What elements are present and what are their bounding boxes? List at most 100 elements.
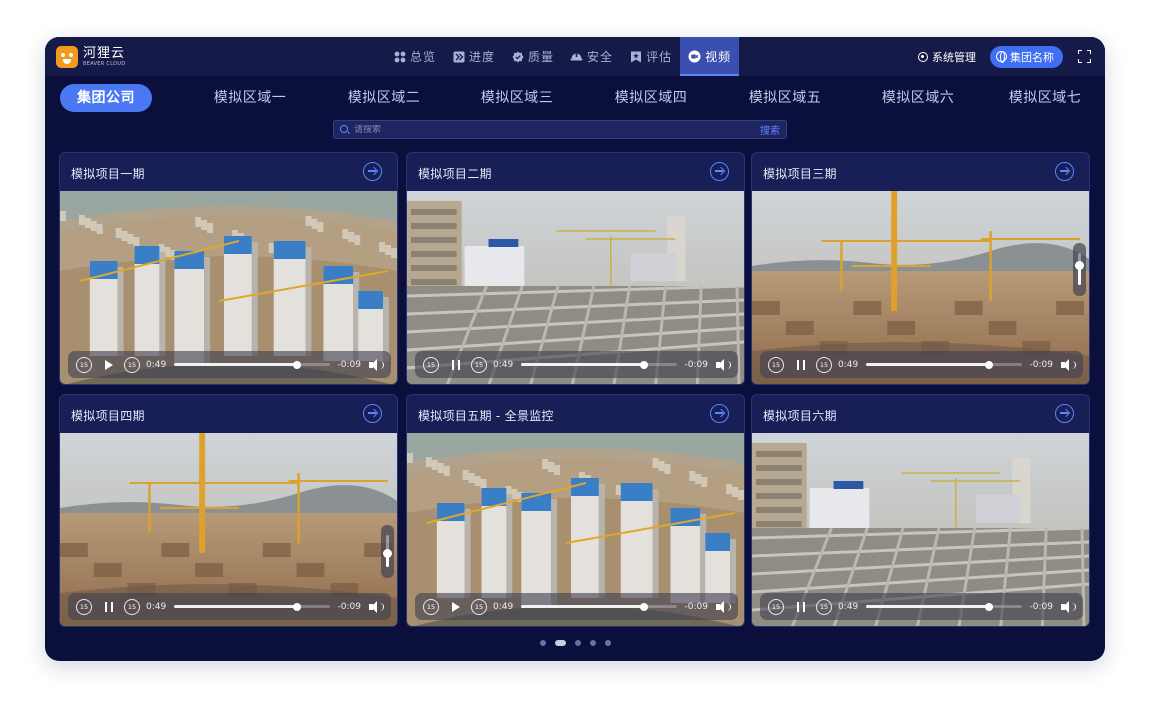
forward-15-icon[interactable]: 15 bbox=[124, 598, 140, 615]
region-tab-4[interactable]: 模拟区域四 bbox=[606, 84, 696, 112]
nav-item-evaluation[interactable]: 评估 bbox=[621, 37, 680, 76]
video-card-title: 模拟项目二期 bbox=[418, 167, 492, 181]
pause-icon[interactable] bbox=[797, 359, 805, 370]
arrow-right-circle-icon[interactable] bbox=[363, 162, 382, 181]
video-player[interactable]: 15 15 0:49 -0:09 bbox=[407, 433, 744, 626]
search-input[interactable] bbox=[354, 124, 760, 135]
seek-handle[interactable] bbox=[639, 360, 648, 369]
play-icon[interactable] bbox=[452, 601, 460, 612]
page-dot[interactable] bbox=[604, 640, 611, 646]
seek-handle[interactable] bbox=[292, 602, 301, 611]
video-controls: 15 15 0:49 -0:09 bbox=[760, 351, 1083, 378]
region-tab-3[interactable]: 模拟区域三 bbox=[472, 84, 562, 112]
region-tab-group-company[interactable]: 集团公司 bbox=[60, 84, 152, 112]
seek-handle[interactable] bbox=[292, 360, 301, 369]
system-management-link[interactable]: 系统管理 bbox=[918, 49, 976, 65]
volume-icon[interactable] bbox=[369, 600, 384, 613]
volume-icon[interactable] bbox=[1061, 600, 1076, 613]
brand[interactable]: 河狸云 BEAVER CLOUD bbox=[56, 44, 125, 69]
video-player[interactable]: 15 15 0:49 -0:09 bbox=[60, 433, 397, 626]
arrow-right-circle-icon[interactable] bbox=[1055, 404, 1074, 423]
arrow-right-circle-icon[interactable] bbox=[710, 404, 729, 423]
region-tab-1[interactable]: 模拟区域一 bbox=[205, 84, 295, 112]
video-player[interactable]: 15 15 0:49 -0:09 bbox=[752, 191, 1089, 384]
region-tab-5[interactable]: 模拟区域五 bbox=[740, 84, 830, 112]
volume-slider[interactable] bbox=[1073, 243, 1086, 296]
pause-icon[interactable] bbox=[797, 601, 805, 612]
nav-item-overview[interactable]: 总览 bbox=[385, 37, 444, 76]
video-card[interactable]: 模拟项目三期 15 15 0:49 -0:09 bbox=[751, 152, 1090, 385]
forward-15-icon[interactable]: 15 bbox=[471, 598, 487, 615]
video-card[interactable]: 模拟项目一期 15 15 0:49 -0:09 bbox=[59, 152, 398, 385]
volume-icon[interactable] bbox=[1061, 358, 1076, 371]
forward-15-icon[interactable]: 15 bbox=[816, 356, 832, 373]
pause-icon[interactable] bbox=[452, 359, 460, 370]
volume-handle[interactable] bbox=[383, 549, 392, 558]
arrow-right-circle-icon[interactable] bbox=[710, 162, 729, 181]
remaining-time: -0:09 bbox=[684, 359, 708, 370]
seek-handle[interactable] bbox=[639, 602, 648, 611]
nav-label: 质量 bbox=[528, 50, 555, 64]
video-card[interactable]: 模拟项目四期 15 15 0:49 -0:09 bbox=[59, 394, 398, 627]
seek-slider[interactable] bbox=[521, 360, 677, 369]
video-card[interactable]: 模拟项目六期 15 15 0:49 -0:09 bbox=[751, 394, 1090, 627]
forward-15-icon[interactable]: 15 bbox=[124, 356, 140, 373]
nav-label: 安全 bbox=[587, 50, 614, 64]
play-icon[interactable] bbox=[105, 359, 113, 370]
seek-slider[interactable] bbox=[521, 602, 677, 611]
video-card-header: 模拟项目二期 bbox=[407, 153, 744, 191]
seek-slider[interactable] bbox=[174, 602, 330, 611]
video-player[interactable]: 15 15 0:49 -0:09 bbox=[60, 191, 397, 384]
video-card[interactable]: 模拟项目二期 15 15 0:49 -0:09 bbox=[406, 152, 745, 385]
seek-slider[interactable] bbox=[866, 360, 1022, 369]
region-tab-7[interactable]: 模拟区域七 bbox=[1000, 84, 1090, 112]
volume-icon[interactable] bbox=[716, 358, 731, 371]
rewind-15-icon[interactable]: 15 bbox=[76, 598, 92, 615]
nav-item-video[interactable]: 视频 bbox=[680, 37, 740, 76]
remaining-time: -0:09 bbox=[337, 359, 361, 370]
video-controls: 15 15 0:49 -0:09 bbox=[415, 593, 738, 620]
main-nav: 总览 进度 质量 安全 评估 视频 bbox=[385, 37, 740, 76]
fullscreen-icon[interactable] bbox=[1078, 50, 1091, 63]
page-dot[interactable] bbox=[554, 640, 566, 646]
page-dot[interactable] bbox=[539, 640, 546, 646]
volume-slider[interactable] bbox=[381, 525, 394, 578]
page-dot[interactable] bbox=[589, 640, 596, 646]
forward-15-icon[interactable]: 15 bbox=[471, 356, 487, 373]
rewind-15-icon[interactable]: 15 bbox=[423, 598, 439, 615]
volume-icon[interactable] bbox=[369, 358, 384, 371]
nav-item-quality[interactable]: 质量 bbox=[503, 37, 562, 76]
page-dot[interactable] bbox=[574, 640, 581, 646]
search-button[interactable]: 搜索 bbox=[760, 122, 780, 137]
seek-handle[interactable] bbox=[984, 360, 993, 369]
nav-item-safety[interactable]: 安全 bbox=[562, 37, 621, 76]
arrow-right-circle-icon[interactable] bbox=[363, 404, 382, 423]
rewind-15-icon[interactable]: 15 bbox=[76, 356, 92, 373]
volume-icon[interactable] bbox=[716, 600, 731, 613]
volume-handle[interactable] bbox=[1075, 261, 1084, 270]
app-window: 河狸云 BEAVER CLOUD 总览 进度 质量 安全 评估 视频 系统管理 … bbox=[45, 37, 1105, 661]
video-player[interactable]: 15 15 0:49 -0:09 bbox=[752, 433, 1089, 626]
video-card-header: 模拟项目五期 - 全景监控 bbox=[407, 395, 744, 433]
video-card-title: 模拟项目六期 bbox=[763, 409, 837, 423]
video-player[interactable]: 15 15 0:49 -0:09 bbox=[407, 191, 744, 384]
seek-handle[interactable] bbox=[984, 602, 993, 611]
seek-progress bbox=[174, 363, 297, 366]
rewind-15-icon[interactable]: 15 bbox=[423, 356, 439, 373]
nav-item-progress[interactable]: 进度 bbox=[444, 37, 503, 76]
rewind-15-icon[interactable]: 15 bbox=[768, 356, 784, 373]
remaining-time: -0:09 bbox=[684, 601, 708, 612]
rewind-15-icon[interactable]: 15 bbox=[768, 598, 784, 615]
seek-slider[interactable] bbox=[866, 602, 1022, 611]
video-card[interactable]: 模拟项目五期 - 全景监控 15 15 0:49 -0:09 bbox=[406, 394, 745, 627]
pause-icon[interactable] bbox=[105, 601, 113, 612]
seek-slider[interactable] bbox=[174, 360, 330, 369]
video-controls: 15 15 0:49 -0:09 bbox=[68, 351, 391, 378]
remaining-time: -0:09 bbox=[337, 601, 361, 612]
region-tab-2[interactable]: 模拟区域二 bbox=[339, 84, 429, 112]
region-tab-6[interactable]: 模拟区域六 bbox=[873, 84, 963, 112]
forward-15-icon[interactable]: 15 bbox=[816, 598, 832, 615]
arrow-right-circle-icon[interactable] bbox=[1055, 162, 1074, 181]
group-name-button[interactable]: 集团名称 bbox=[990, 45, 1063, 68]
elapsed-time: 0:49 bbox=[146, 359, 167, 370]
